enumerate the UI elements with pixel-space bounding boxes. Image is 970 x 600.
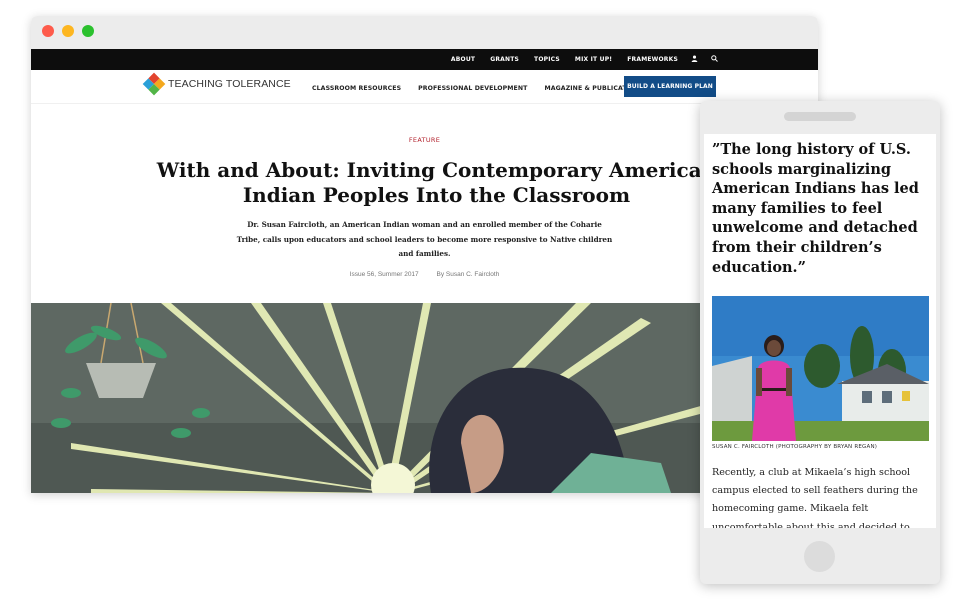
main-nav: TEACHING TOLERANCE CLASSROOM RESOURCES P… [31, 70, 818, 104]
phone-speaker [784, 112, 856, 121]
search-icon[interactable] [711, 55, 718, 64]
utility-link-frameworks[interactable]: FRAMEWORKS [627, 56, 678, 63]
utility-link-topics[interactable]: TOPICS [534, 56, 560, 63]
mobile-screen: ”The long history of U.S. schools margin… [704, 134, 936, 528]
issue-info[interactable]: Issue 56, Summer 2017 [350, 271, 419, 278]
site-logo[interactable]: TEACHING TOLERANCE [142, 72, 291, 96]
utility-link-grants[interactable]: GRANTS [490, 56, 519, 63]
pull-quote: ”The long history of U.S. schools margin… [712, 141, 919, 276]
nav-classroom-resources[interactable]: CLASSROOM RESOURCES [312, 85, 401, 92]
utility-link-mix-it-up[interactable]: MIX IT UP! [575, 56, 612, 63]
maximize-window-button[interactable] [82, 25, 94, 37]
phone-home-button[interactable] [804, 541, 835, 572]
utility-nav: ABOUT GRANTS TOPICS MIX IT UP! FRAMEWORK… [31, 49, 818, 70]
mobile-device-mockup: ”The long history of U.S. schools margin… [700, 101, 940, 584]
nav-professional-development[interactable]: PROFESSIONAL DEVELOPMENT [418, 85, 527, 92]
build-learning-plan-button[interactable]: BUILD A LEARNING PLAN [624, 76, 716, 97]
article-body-text: Recently, a club at Mikaela’s high schoo… [712, 467, 918, 528]
browser-chrome [31, 16, 818, 49]
user-icon[interactable] [691, 55, 698, 64]
logo-mark-icon [142, 72, 166, 96]
author-photo [712, 296, 929, 441]
close-window-button[interactable] [42, 25, 54, 37]
article-dek: Dr. Susan Faircloth, an American Indian … [236, 220, 613, 258]
minimize-window-button[interactable] [62, 25, 74, 37]
article-title: With and About: Inviting Contemporary Am… [156, 158, 717, 207]
author-byline[interactable]: By Susan C. Faircloth [436, 271, 499, 278]
utility-link-about[interactable]: ABOUT [451, 56, 475, 63]
photo-caption: SUSAN C. FAIRCLOTH (PHOTOGRAPHY BY BRYAN… [712, 444, 878, 450]
logo-text: TEACHING TOLERANCE [168, 78, 291, 90]
